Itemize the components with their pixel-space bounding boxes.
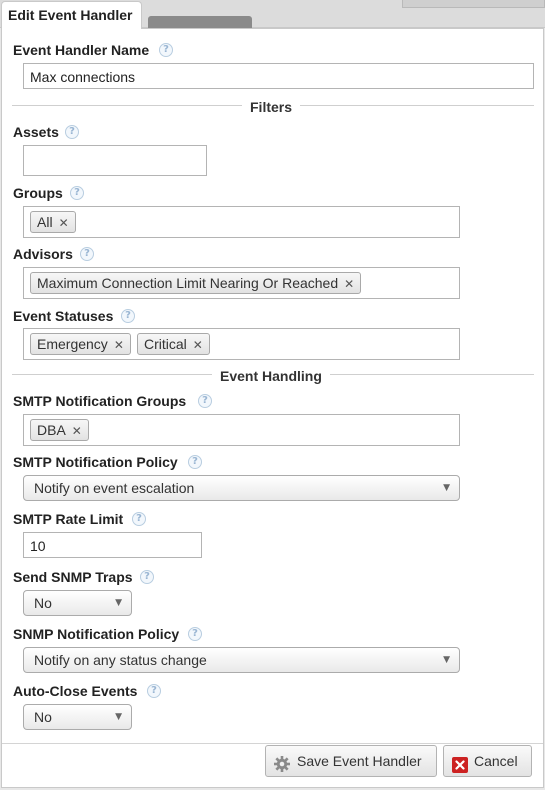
event-handler-name-input[interactable]: Max connections [23, 63, 534, 89]
help-icon[interactable]: ? [80, 247, 94, 261]
chip-emergency: Emergency ✕ [30, 333, 131, 355]
cancel-button[interactable]: Cancel [443, 745, 532, 777]
smtp-rate-limit-label: SMTP Rate Limit [13, 511, 124, 527]
help-icon[interactable]: ? [198, 394, 212, 408]
help-icon[interactable]: ? [65, 125, 79, 139]
chevron-down-icon: ▼ [115, 598, 122, 608]
chevron-down-icon: ▼ [443, 483, 450, 493]
help-icon[interactable]: ? [147, 684, 161, 698]
select-value: Notify on any status change [34, 652, 207, 668]
gear-icon [273, 753, 291, 783]
help-icon[interactable]: ? [70, 186, 84, 200]
chip-label: Critical [144, 336, 187, 352]
event-handler-name-label: Event Handler Name [13, 42, 150, 58]
chip-critical: Critical ✕ [137, 333, 210, 355]
help-icon[interactable]: ? [159, 43, 173, 57]
help-icon[interactable]: ? [188, 627, 202, 641]
auto-close-events-select[interactable]: No ▼ [23, 704, 132, 730]
select-value: No [34, 595, 52, 611]
footer-divider [2, 743, 543, 744]
chip-label: DBA [37, 422, 66, 438]
filters-section-title: Filters [242, 99, 301, 115]
remove-chip-icon[interactable]: ✕ [114, 335, 124, 355]
smtp-notification-groups-multiselect[interactable]: DBA ✕ [23, 414, 460, 446]
send-snmp-traps-label: Send SNMP Traps [13, 569, 133, 585]
event-statuses-multiselect[interactable]: Emergency ✕ Critical ✕ [23, 328, 460, 360]
smtp-notification-policy-select[interactable]: Notify on event escalation ▼ [23, 475, 460, 501]
chip-advisor: Maximum Connection Limit Nearing Or Reac… [30, 272, 362, 294]
assets-input[interactable] [23, 145, 207, 176]
chip-label: All [37, 214, 53, 230]
groups-multiselect[interactable]: All ✕ [23, 206, 460, 238]
help-icon[interactable]: ? [132, 512, 146, 526]
remove-chip-icon[interactable]: ✕ [59, 213, 69, 233]
chip-label: Emergency [37, 336, 108, 352]
assets-label: Assets [13, 124, 59, 140]
smtp-rate-limit-input[interactable]: 10 [23, 532, 202, 558]
select-value: Notify on event escalation [34, 480, 195, 496]
dialog-title-tab: Edit Event Handler [1, 1, 142, 29]
auto-close-events-label: Auto-Close Events [13, 683, 138, 699]
chip-label: Maximum Connection Limit Nearing Or Reac… [37, 275, 339, 291]
event-statuses-label: Event Statuses [13, 308, 114, 324]
event-handling-section-title: Event Handling [212, 368, 330, 384]
dialog-title: Edit Event Handler [8, 7, 133, 23]
chip-dba: DBA ✕ [30, 419, 89, 441]
chip-all: All ✕ [30, 211, 76, 233]
select-value: No [34, 709, 52, 725]
smtp-notification-groups-label: SMTP Notification Groups [13, 393, 187, 409]
snmp-notification-policy-select[interactable]: Notify on any status change ▼ [23, 647, 460, 673]
cancel-x-icon [452, 753, 468, 783]
send-snmp-traps-select[interactable]: No ▼ [23, 590, 132, 616]
remove-chip-icon[interactable]: ✕ [344, 274, 354, 294]
chevron-down-icon: ▼ [115, 712, 122, 722]
save-button-label: Save Event Handler [297, 753, 422, 769]
smtp-notification-policy-label: SMTP Notification Policy [13, 454, 178, 470]
snmp-notification-policy-label: SNMP Notification Policy [13, 626, 180, 642]
background-tab [148, 16, 252, 28]
advisors-label: Advisors [13, 246, 73, 262]
cancel-button-label: Cancel [474, 753, 518, 769]
background-button [402, 0, 545, 8]
help-icon[interactable]: ? [121, 309, 135, 323]
help-icon[interactable]: ? [188, 455, 202, 469]
advisors-multiselect[interactable]: Maximum Connection Limit Nearing Or Reac… [23, 267, 460, 299]
help-icon[interactable]: ? [140, 570, 154, 584]
groups-label: Groups [13, 185, 63, 201]
remove-chip-icon[interactable]: ✕ [193, 335, 203, 355]
edit-event-handler-dialog: Event Handler Name ? Max connections Fil… [1, 28, 544, 788]
save-event-handler-button[interactable]: Save Event Handler [265, 745, 437, 777]
chevron-down-icon: ▼ [443, 655, 450, 665]
remove-chip-icon[interactable]: ✕ [72, 421, 82, 441]
